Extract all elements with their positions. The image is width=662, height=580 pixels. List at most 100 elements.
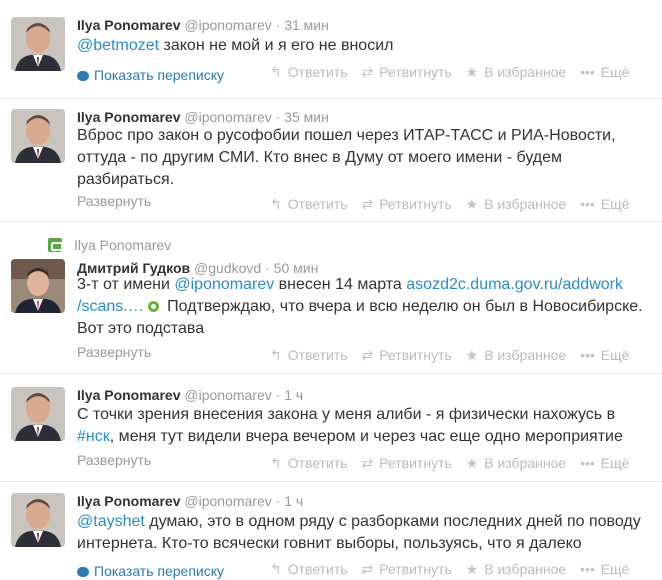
star-icon: ★: [465, 64, 479, 80]
fullname[interactable]: Ilya Ponomarev: [77, 387, 181, 403]
timestamp[interactable]: 1 ч: [284, 493, 303, 509]
separator: ·: [275, 493, 281, 509]
retweet-label: Ретвитнуть: [379, 64, 452, 80]
retweet-icon: ⇄: [361, 455, 374, 471]
fullname[interactable]: Ilya Ponomarev: [77, 17, 181, 33]
timestamp[interactable]: 31 мин: [284, 17, 329, 33]
tweet-text: 3-т от имени @iponomarev внесен 14 марта…: [77, 274, 647, 340]
show-conversation-link[interactable]: Показать переписку: [77, 562, 224, 580]
tweet-actions: ↰ Ответить ⇄ Ретвитнуть ★ В избранное ••• Ещ…: [270, 346, 639, 364]
tweet-text-part: Подтверждаю, что вчера и всю неделю он б…: [77, 298, 643, 337]
reply-button[interactable]: ↰ Ответить: [270, 560, 348, 578]
retweet-button[interactable]: ⇄ Ретвитнуть: [361, 346, 451, 364]
favorite-button[interactable]: ★ В избранное: [466, 560, 567, 578]
tweet-text-part: С точки зрения внесения закона у меня ал…: [77, 406, 616, 423]
mention-link[interactable]: @iponomarev: [174, 276, 274, 293]
reply-label: Ответить: [287, 64, 348, 80]
retweeted-by[interactable]: Ilya Ponomarev: [74, 237, 171, 253]
more-dots-icon: •••: [580, 561, 595, 577]
reply-arrow-icon: ↰: [270, 196, 282, 212]
retweet-icon: ⇄: [361, 561, 374, 577]
favorite-label: В избранное: [484, 455, 567, 471]
separator: ·: [275, 387, 281, 403]
expand-link[interactable]: Развернуть: [77, 343, 151, 361]
retweet-button[interactable]: ⇄ Ретвитнуть: [361, 454, 451, 472]
timestamp[interactable]: 1 ч: [284, 387, 303, 403]
more-label: Ещё: [600, 347, 630, 363]
reply-button[interactable]: ↰ Ответить: [270, 454, 348, 472]
reply-button[interactable]: ↰ Ответить: [270, 63, 348, 81]
more-button[interactable]: ••• Ещё: [580, 560, 629, 578]
tweet-text-body: закон не мой и я его не вносил: [159, 37, 394, 54]
retweet-icon: ⇄: [361, 196, 374, 212]
avatar[interactable]: [11, 17, 65, 71]
reply-arrow-icon: ↰: [270, 347, 282, 363]
tweet[interactable]: Ilya Ponomarev @iponomarev · 1 ч С точки…: [0, 374, 662, 482]
avatar[interactable]: [11, 109, 65, 163]
username[interactable]: @iponomarev: [184, 387, 271, 403]
more-button[interactable]: ••• Ещё: [580, 63, 629, 81]
favorite-button[interactable]: ★ В избранное: [466, 346, 567, 364]
fullname[interactable]: Ilya Ponomarev: [77, 109, 181, 125]
url-link-continued[interactable]: /scans.…: [77, 298, 144, 315]
tweet-header: Ilya Ponomarev @iponomarev · 1 ч: [77, 492, 303, 510]
tweet[interactable]: Ilya Ponomarev @iponomarev · 1 ч @tayshe…: [0, 482, 662, 579]
show-conversation-label: Показать переписку: [94, 67, 225, 83]
more-button[interactable]: ••• Ещё: [580, 454, 629, 472]
tweet-text-part: 3-т от имени: [77, 276, 175, 293]
more-dots-icon: •••: [580, 64, 595, 80]
more-button[interactable]: ••• Ещё: [580, 195, 629, 213]
favorite-button[interactable]: ★ В избранное: [466, 195, 567, 213]
mention-link[interactable]: @tayshet: [77, 513, 145, 530]
retweet-button[interactable]: ⇄ Ретвитнуть: [361, 195, 451, 213]
more-dots-icon: •••: [580, 455, 595, 471]
reply-arrow-icon: ↰: [270, 455, 282, 471]
url-link[interactable]: asozd2c.duma.gov.ru/addwork: [406, 276, 623, 293]
retweet-button[interactable]: ⇄ Ретвитнуть: [361, 560, 451, 578]
retweet-icon: ⇄: [361, 64, 374, 80]
avatar[interactable]: [11, 387, 65, 441]
favorite-button[interactable]: ★ В избранное: [466, 63, 567, 81]
retweet-button[interactable]: ⇄ Ретвитнуть: [361, 63, 451, 81]
avatar[interactable]: [11, 493, 65, 547]
username[interactable]: @iponomarev: [184, 17, 271, 33]
reply-label: Ответить: [287, 196, 348, 212]
username[interactable]: @iponomarev: [184, 109, 271, 125]
more-label: Ещё: [600, 455, 630, 471]
tweet[interactable]: Ilya Ponomarev Дмитрий Гудков @gudkovd ·…: [0, 222, 662, 374]
show-conversation-label: Показать переписку: [94, 563, 225, 579]
username[interactable]: @iponomarev: [184, 493, 271, 509]
more-label: Ещё: [600, 196, 630, 212]
tweet-actions: ↰ Ответить ⇄ Ретвитнуть ★ В избранное ••• Ещ…: [270, 63, 639, 81]
reply-label: Ответить: [287, 455, 348, 471]
tweet-actions: ↰ Ответить ⇄ Ретвитнуть ★ В избранное ••• Ещ…: [270, 560, 639, 578]
tweet-actions: ↰ Ответить ⇄ Ретвитнуть ★ В избранное ••• Ещ…: [270, 195, 639, 213]
reply-button[interactable]: ↰ Ответить: [270, 195, 348, 213]
favorite-button[interactable]: ★ В избранное: [466, 454, 567, 472]
retweet-label: Ретвитнуть: [379, 196, 452, 212]
avatar[interactable]: [11, 259, 65, 313]
star-icon: ★: [465, 196, 479, 212]
tweet-text: С точки зрения внесения закона у меня ал…: [77, 404, 647, 448]
separator: ·: [275, 109, 281, 125]
show-conversation-link[interactable]: Показать переписку: [77, 66, 224, 84]
more-label: Ещё: [600, 64, 630, 80]
reply-arrow-icon: ↰: [270, 561, 282, 577]
more-dots-icon: •••: [580, 347, 595, 363]
reply-button[interactable]: ↰ Ответить: [270, 346, 348, 364]
expand-link[interactable]: Развернуть: [77, 192, 151, 210]
mention-link[interactable]: @betmozet: [77, 37, 159, 54]
timestamp[interactable]: 35 мин: [284, 109, 329, 125]
tweet[interactable]: Ilya Ponomarev @iponomarev · 35 мин Вбро…: [0, 99, 662, 222]
expand-link[interactable]: Развернуть: [77, 451, 151, 469]
reply-label: Ответить: [287, 347, 348, 363]
more-button[interactable]: ••• Ещё: [580, 346, 629, 364]
star-icon: ★: [465, 561, 479, 577]
tweet[interactable]: Ilya Ponomarev @iponomarev · 31 мин @bet…: [0, 0, 662, 99]
fullname[interactable]: Ilya Ponomarev: [77, 493, 181, 509]
tweet-header: Ilya Ponomarev @iponomarev · 35 мин: [77, 108, 329, 126]
hashtag-link[interactable]: #нск: [77, 428, 110, 445]
tweet-text-part: , меня тут видели вчера вечером и через …: [109, 428, 623, 445]
favorite-label: В избранное: [484, 196, 567, 212]
star-icon: ★: [465, 455, 479, 471]
